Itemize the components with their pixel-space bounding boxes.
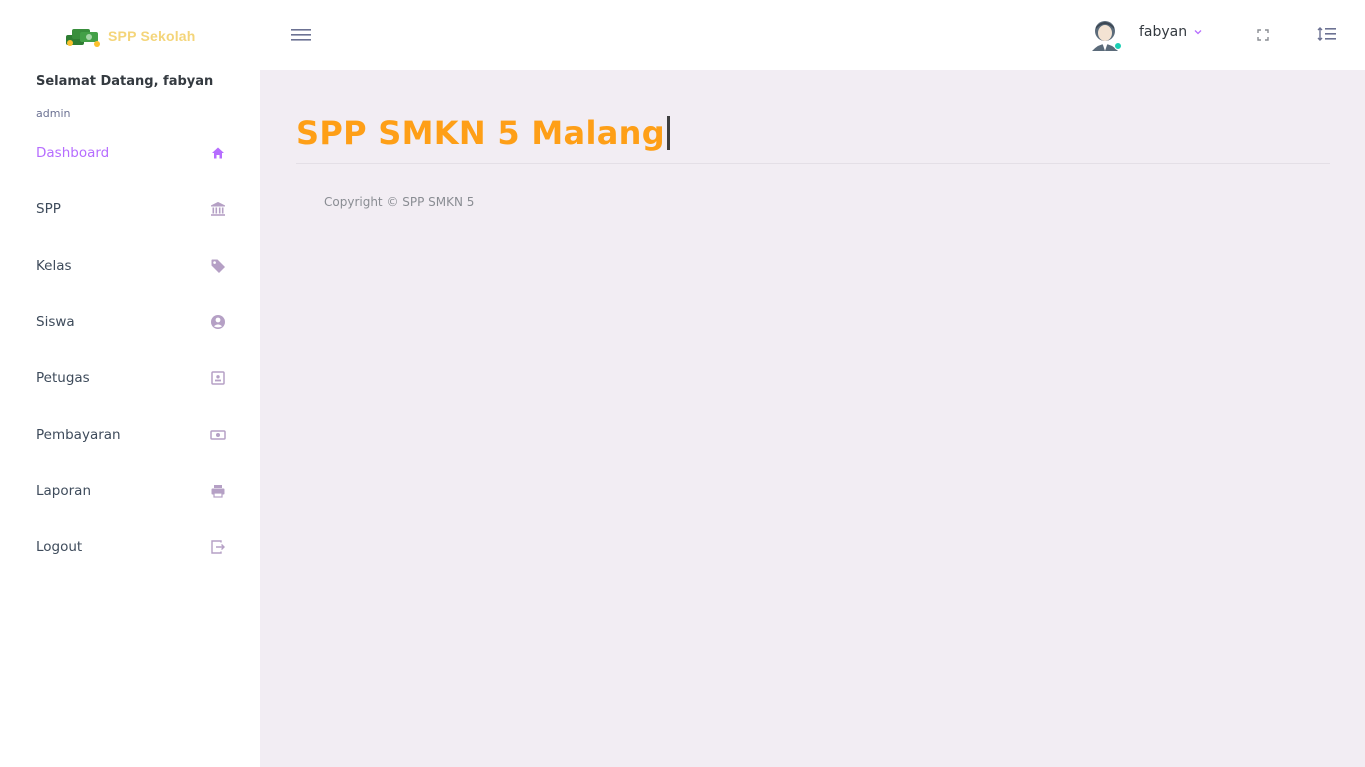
logout-icon: [210, 539, 226, 555]
sidebar-item-label: Dashboard: [36, 145, 110, 161]
title-divider: [296, 163, 1330, 164]
top-navbar: SPP Sekolah fabyan: [0, 0, 1365, 70]
text-cursor: [666, 116, 670, 150]
fullscreen-icon[interactable]: [1255, 27, 1271, 43]
sidebar-item-spp[interactable]: SPP: [36, 197, 226, 221]
user-circle-icon: [210, 314, 226, 330]
sidebar-item-siswa[interactable]: Siswa: [36, 310, 226, 334]
hamburger-menu-icon[interactable]: [290, 26, 312, 44]
cash-icon: [210, 427, 226, 443]
bank-icon: [210, 201, 226, 217]
sidebar-item-petugas[interactable]: Petugas: [36, 366, 226, 390]
sidebar: Selamat Datang, fabyan admin Dashboard S…: [0, 70, 260, 767]
sidebar-item-pembayaran[interactable]: Pembayaran: [36, 423, 226, 447]
list-settings-icon[interactable]: [1317, 25, 1337, 43]
avatar[interactable]: [1087, 17, 1123, 53]
home-icon: [210, 145, 226, 161]
tag-icon: [210, 258, 226, 274]
contact-card-icon: [210, 370, 226, 386]
sidebar-item-label: Petugas: [36, 370, 90, 386]
user-role: admin: [36, 107, 71, 120]
sidebar-item-label: Logout: [36, 539, 83, 555]
sidebar-item-logout[interactable]: Logout: [36, 535, 226, 559]
sidebar-item-label: Laporan: [36, 483, 92, 499]
sidebar-item-label: Siswa: [36, 314, 75, 330]
welcome-text: Selamat Datang, fabyan: [36, 74, 214, 89]
sidebar-item-kelas[interactable]: Kelas: [36, 254, 226, 278]
brand-name: SPP Sekolah: [108, 28, 196, 44]
chevron-down-icon: [1194, 30, 1202, 35]
sidebar-item-label: Pembayaran: [36, 427, 121, 443]
footer-copyright: Copyright © SPP SMKN 5: [324, 195, 475, 209]
profile-name: fabyan: [1139, 24, 1188, 40]
sidebar-item-laporan[interactable]: Laporan: [36, 479, 226, 503]
brand-logo-link[interactable]: SPP Sekolah: [64, 22, 204, 50]
money-stack-icon: [66, 29, 100, 47]
sidebar-item-dashboard[interactable]: Dashboard: [36, 141, 226, 165]
profile-dropdown[interactable]: fabyan: [1139, 24, 1203, 40]
main-panel: SPP SMKN 5 Malang Copyright © SPP SMKN 5: [260, 70, 1365, 767]
printer-icon: [210, 483, 226, 499]
page-title: SPP SMKN 5 Malang: [296, 114, 665, 152]
page-title-wrapper: SPP SMKN 5 Malang: [296, 114, 670, 152]
online-status-dot: [1114, 42, 1122, 50]
sidebar-item-label: SPP: [36, 201, 61, 217]
sidebar-item-label: Kelas: [36, 258, 72, 274]
